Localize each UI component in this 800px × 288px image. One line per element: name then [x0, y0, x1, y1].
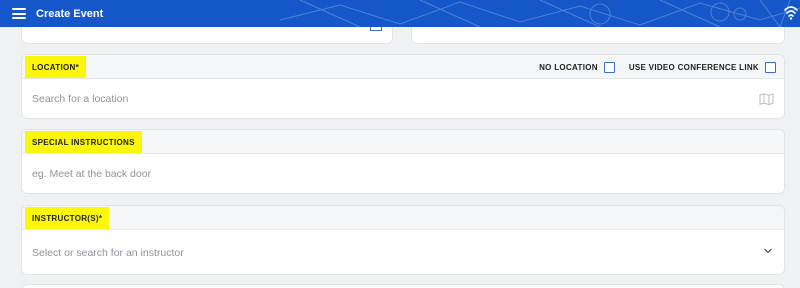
location-options: NO LOCATION USE VIDEO CONFERENCE LINK	[525, 55, 776, 79]
checkbox-icon[interactable]	[765, 61, 776, 73]
previous-field-right[interactable]	[411, 27, 785, 44]
instructor-select[interactable]: Select or search for an instructor	[22, 230, 784, 274]
no-location-checkbox[interactable]: NO LOCATION	[539, 61, 615, 73]
location-search-input[interactable]: Search for a location	[22, 79, 784, 118]
special-instructions-card: SPECIAL INSTRUCTIONS eg. Meet at the bac…	[21, 129, 785, 194]
checkbox-icon[interactable]	[603, 61, 615, 73]
map-icon[interactable]	[759, 93, 774, 105]
location-header: LOCATION* NO LOCATION USE VIDEO CONFEREN…	[22, 55, 784, 79]
previous-field-left[interactable]	[21, 27, 393, 44]
instructors-header: INSTRUCTOR(S)*	[22, 206, 784, 230]
special-instructions-label: SPECIAL INSTRUCTIONS	[25, 131, 142, 153]
instructor-placeholder: Select or search for an instructor	[32, 246, 184, 259]
chevron-down-icon[interactable]	[764, 248, 772, 254]
location-label: LOCATION*	[25, 56, 86, 78]
special-instructions-placeholder: eg. Meet at the back door	[32, 168, 152, 180]
instructors-label: INSTRUCTOR(S)*	[25, 207, 110, 229]
app-header: Create Event	[0, 0, 800, 27]
location-card: LOCATION* NO LOCATION USE VIDEO CONFEREN…	[21, 54, 785, 119]
calendar-icon	[370, 27, 382, 31]
special-instructions-header: SPECIAL INSTRUCTIONS	[22, 130, 784, 154]
wifi-icon	[784, 6, 798, 20]
special-instructions-input[interactable]: eg. Meet at the back door	[22, 154, 784, 193]
header-pattern	[280, 0, 800, 27]
instructors-card: INSTRUCTOR(S)* Select or search for an i…	[21, 205, 785, 275]
video-conference-label: USE VIDEO CONFERENCE LINK	[628, 62, 759, 72]
video-conference-checkbox[interactable]: USE VIDEO CONFERENCE LINK	[628, 61, 776, 73]
location-placeholder: Search for a location	[32, 93, 129, 105]
no-location-label: NO LOCATION	[539, 62, 598, 72]
next-field	[21, 284, 785, 288]
page-title: Create Event	[36, 7, 104, 20]
hamburger-menu-icon[interactable]	[12, 8, 26, 19]
